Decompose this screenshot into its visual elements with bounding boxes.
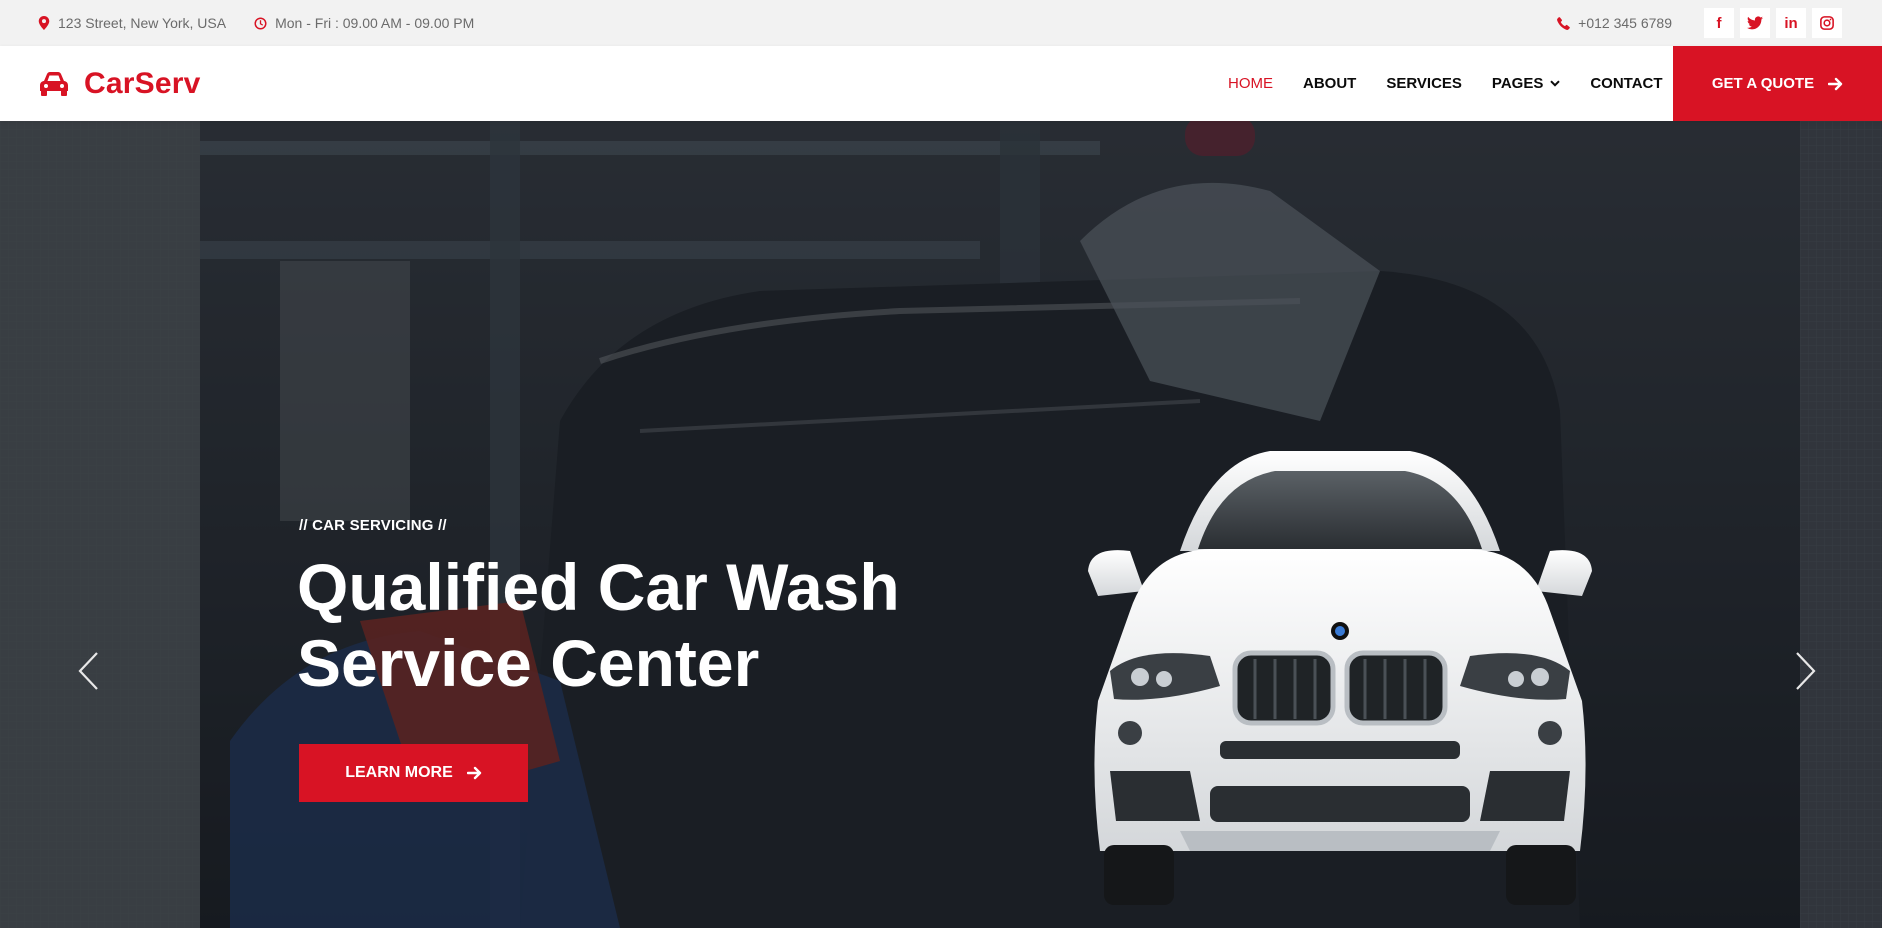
hours-item: Mon - Fri : 09.00 AM - 09.00 PM (254, 15, 474, 31)
learn-more-button[interactable]: LEARN MORE (299, 744, 528, 802)
car-image (1088, 451, 1592, 905)
hero-kicker: // CAR SERVICING // (299, 517, 447, 534)
phone-text: +012 345 6789 (1578, 15, 1672, 31)
clock-icon (254, 16, 267, 30)
nav-services[interactable]: SERVICES (1386, 75, 1462, 92)
linkedin-link[interactable]: in (1776, 8, 1806, 38)
nav-pages-label: PAGES (1491, 75, 1544, 92)
hero-carousel: // CAR SERVICING // Qualified Car Wash S… (0, 121, 1882, 928)
twitter-link[interactable] (1740, 8, 1770, 38)
arrow-right-icon (1828, 77, 1843, 90)
phone-item: +012 345 6789 (1557, 15, 1672, 31)
instagram-icon (1820, 16, 1834, 30)
carousel-next-button[interactable] (1786, 641, 1826, 701)
chevron-right-icon (1796, 652, 1816, 690)
top-info-bar: 123 Street, New York, USA Mon - Fri : 09… (0, 0, 1882, 46)
nav-contact[interactable]: CONTACT (1590, 75, 1662, 92)
nav-about[interactable]: ABOUT (1303, 75, 1356, 92)
facebook-icon: f (1716, 14, 1722, 32)
nav-home[interactable]: HOME (1228, 75, 1273, 92)
hero-title: Qualified Car Wash Service Center (297, 550, 900, 700)
social-links: f in (1698, 8, 1842, 38)
get-a-quote-label: GET A QUOTE (1711, 75, 1815, 92)
main-navigation: HOME ABOUT SERVICES PAGES CONTACT (1228, 46, 1693, 121)
learn-more-label: LEARN MORE (345, 764, 453, 781)
brand-logo[interactable]: CarServ (38, 67, 200, 101)
contact-info: 123 Street, New York, USA Mon - Fri : 09… (38, 15, 502, 31)
chevron-left-icon (78, 652, 98, 690)
linkedin-icon: in (1784, 14, 1798, 32)
main-header: CarServ HOME ABOUT SERVICES PAGES CONTAC… (0, 46, 1882, 121)
topbar-right: +012 345 6789 f in (1557, 8, 1842, 38)
facebook-link[interactable]: f (1704, 8, 1734, 38)
get-a-quote-button[interactable]: GET A QUOTE (1673, 46, 1882, 121)
arrow-right-icon (466, 766, 481, 780)
carousel-prev-button[interactable] (68, 641, 108, 701)
brand-name: CarServ (84, 66, 201, 100)
map-marker-icon (38, 16, 50, 30)
chevron-down-icon (1550, 80, 1561, 87)
instagram-link[interactable] (1812, 8, 1842, 38)
hours-text: Mon - Fri : 09.00 AM - 09.00 PM (275, 15, 475, 31)
address-text: 123 Street, New York, USA (58, 15, 227, 31)
address-item: 123 Street, New York, USA (38, 15, 226, 31)
twitter-icon (1747, 16, 1763, 30)
nav-pages[interactable]: PAGES (1491, 75, 1561, 92)
phone-icon (1557, 16, 1571, 30)
car-icon (40, 71, 68, 96)
